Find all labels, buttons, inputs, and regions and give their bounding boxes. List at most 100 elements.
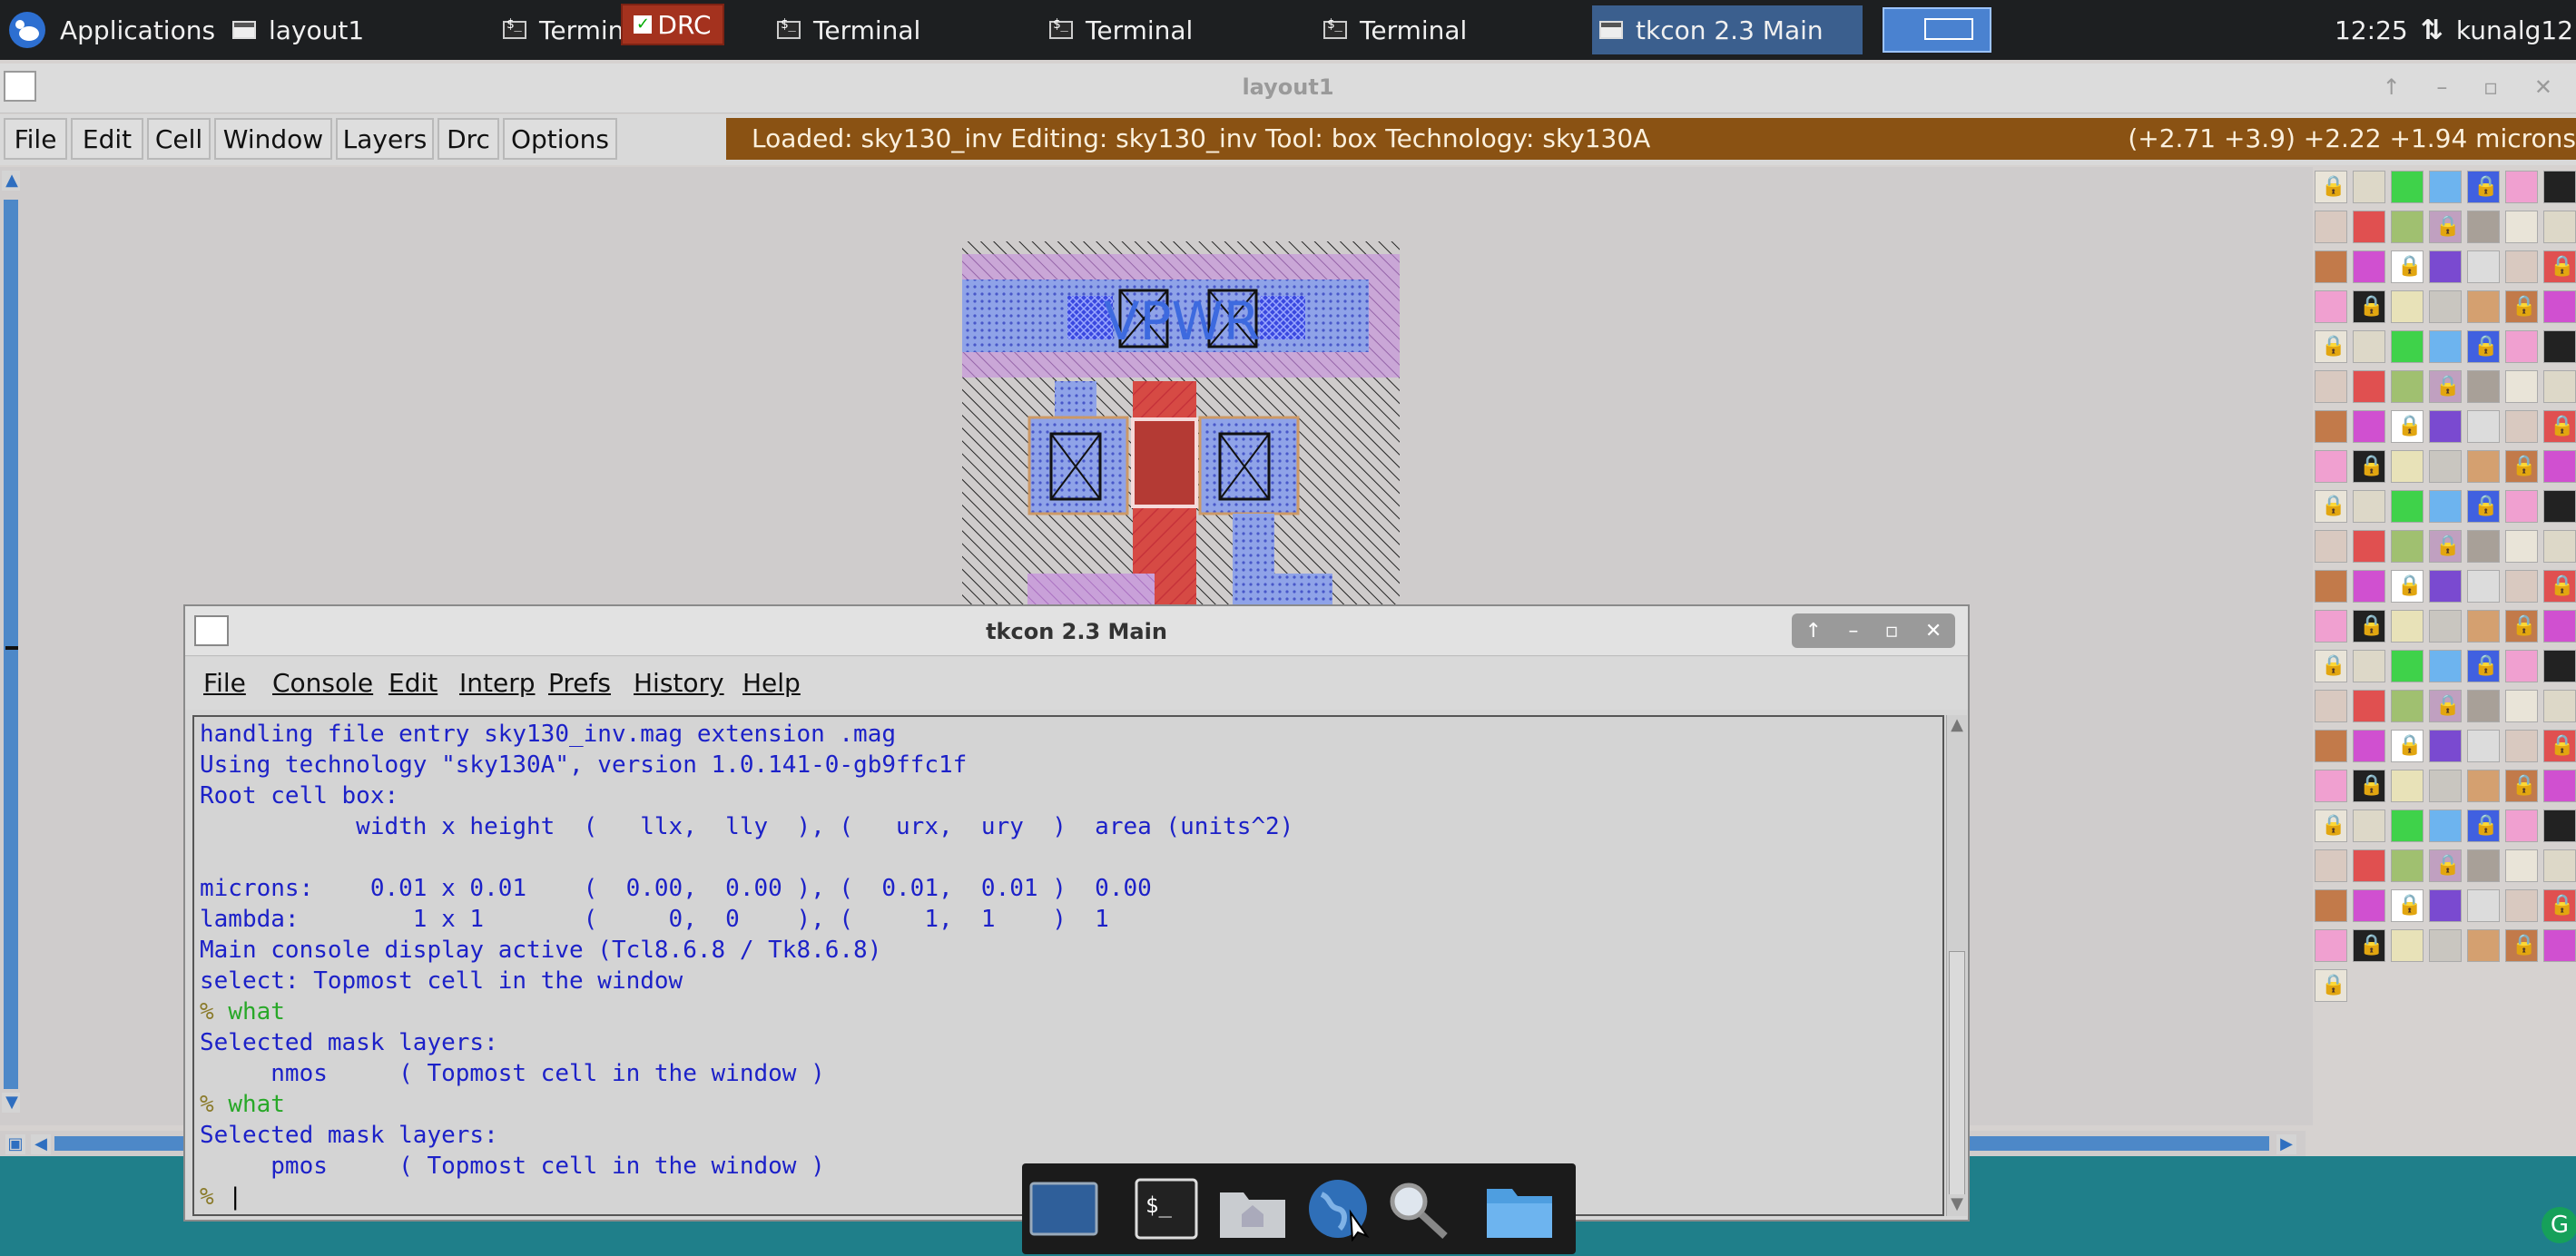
layer-swatch[interactable] <box>2391 490 2424 523</box>
folder-icon[interactable] <box>1483 1176 1556 1241</box>
browser-globe-icon[interactable] <box>1303 1176 1376 1241</box>
layer-swatch[interactable] <box>2353 410 2385 443</box>
layer-swatch[interactable] <box>2315 250 2347 283</box>
layer-swatch[interactable] <box>2543 570 2576 603</box>
layer-swatch[interactable] <box>2353 211 2385 243</box>
layer-swatch[interactable] <box>2543 250 2576 283</box>
scroll-thumb[interactable] <box>1949 951 1965 1207</box>
layer-swatch[interactable] <box>2505 530 2538 563</box>
layer-swatch[interactable] <box>2505 171 2538 203</box>
layer-swatch[interactable] <box>2315 211 2347 243</box>
layer-swatch[interactable] <box>2467 410 2500 443</box>
menu-cell[interactable]: Cell <box>147 118 211 160</box>
menu-window[interactable]: Window <box>214 118 332 160</box>
layer-swatch[interactable] <box>2467 770 2500 802</box>
layer-swatch[interactable] <box>2429 330 2462 363</box>
layer-swatch[interactable] <box>2429 450 2462 483</box>
scroll-trough[interactable] <box>4 200 18 1089</box>
layer-swatch[interactable] <box>2467 290 2500 323</box>
menu-file[interactable]: File <box>4 118 67 160</box>
layer-swatch[interactable] <box>2467 570 2500 603</box>
layer-swatch[interactable] <box>2505 730 2538 762</box>
layer-swatch[interactable] <box>2543 490 2576 523</box>
layer-swatch[interactable] <box>2429 530 2462 563</box>
layer-swatch[interactable] <box>2543 330 2576 363</box>
layer-swatch[interactable] <box>2467 490 2500 523</box>
tkcon-vertical-scrollbar[interactable]: ▲ ▼ <box>1946 715 1967 1216</box>
layer-swatch[interactable] <box>2505 490 2538 523</box>
layer-swatch[interactable] <box>2315 889 2347 922</box>
layer-swatch[interactable] <box>2391 690 2424 722</box>
layer-swatch[interactable] <box>2429 650 2462 682</box>
layer-swatch[interactable] <box>2315 730 2347 762</box>
layer-swatch[interactable] <box>2391 650 2424 682</box>
menu-options[interactable]: Options <box>503 118 617 160</box>
layer-swatch[interactable] <box>2429 570 2462 603</box>
layer-swatch[interactable] <box>2429 250 2462 283</box>
scroll-left-arrow-icon[interactable]: ◀ <box>31 1134 51 1154</box>
tkcon-menu-interp[interactable]: Interp <box>459 668 536 698</box>
layer-swatch[interactable] <box>2315 650 2347 682</box>
search-magnifier-icon[interactable] <box>1381 1176 1454 1241</box>
tkcon-menu-console[interactable]: Console <box>272 668 373 698</box>
workspace-pager[interactable] <box>1883 7 1991 53</box>
layer-swatch[interactable] <box>2315 770 2347 802</box>
layer-swatch[interactable] <box>2429 410 2462 443</box>
layer-swatch[interactable] <box>2543 450 2576 483</box>
layer-swatch[interactable] <box>2353 370 2385 403</box>
layer-swatch[interactable] <box>2505 330 2538 363</box>
layer-swatch[interactable] <box>2467 211 2500 243</box>
layer-swatch[interactable] <box>2505 211 2538 243</box>
layer-swatch[interactable] <box>2391 410 2424 443</box>
terminal-icon[interactable]: $_ <box>1131 1176 1204 1241</box>
layer-swatch[interactable] <box>2391 171 2424 203</box>
layer-swatch[interactable] <box>2543 290 2576 323</box>
layer-swatch[interactable] <box>2543 211 2576 243</box>
layer-swatch[interactable] <box>2543 730 2576 762</box>
layer-swatch[interactable] <box>2353 250 2385 283</box>
layer-swatch[interactable] <box>2353 730 2385 762</box>
layer-swatch[interactable] <box>2391 610 2424 643</box>
taskbar-item-tkcon[interactable]: tkcon 2.3 Main <box>1599 5 1824 54</box>
layer-swatch[interactable] <box>2543 849 2576 882</box>
layer-swatch[interactable] <box>2429 370 2462 403</box>
layer-swatch[interactable] <box>2543 690 2576 722</box>
layer-swatch[interactable] <box>2315 490 2347 523</box>
taskbar-item-terminal[interactable]: Terminal <box>777 5 920 54</box>
layer-swatch[interactable] <box>2429 810 2462 842</box>
layer-swatch[interactable] <box>2353 290 2385 323</box>
layer-swatch[interactable] <box>2353 171 2385 203</box>
layer-swatch[interactable] <box>2353 450 2385 483</box>
layer-swatch[interactable] <box>2505 450 2538 483</box>
layer-swatch[interactable] <box>2505 410 2538 443</box>
layer-swatch[interactable] <box>2467 450 2500 483</box>
layer-swatch[interactable] <box>2315 450 2347 483</box>
layer-swatch[interactable] <box>2429 171 2462 203</box>
taskbar-item-layout1[interactable]: layout1 <box>232 5 364 54</box>
layer-swatch[interactable] <box>2505 290 2538 323</box>
tkcon-menu-help[interactable]: Help <box>742 668 801 698</box>
clock[interactable]: 12:25 ⇅ kunalg12 <box>2335 5 2573 54</box>
layer-swatch[interactable] <box>2467 650 2500 682</box>
layer-swatch[interactable] <box>2543 370 2576 403</box>
layer-swatch[interactable] <box>2467 370 2500 403</box>
applications-menu[interactable]: Applications <box>7 5 215 54</box>
grammarly-g-icon[interactable]: G <box>2542 1207 2576 1243</box>
layer-swatch[interactable] <box>2505 770 2538 802</box>
layer-swatch[interactable] <box>2353 690 2385 722</box>
screen-icon[interactable] <box>1027 1176 1100 1241</box>
layer-swatch[interactable] <box>2429 889 2462 922</box>
layer-swatch[interactable] <box>2505 370 2538 403</box>
layer-swatch[interactable] <box>2467 171 2500 203</box>
layer-swatch[interactable] <box>2353 570 2385 603</box>
layer-swatch[interactable] <box>2353 490 2385 523</box>
layer-swatch[interactable] <box>2315 969 2347 1002</box>
layer-swatch[interactable] <box>2543 650 2576 682</box>
layer-swatch[interactable] <box>2315 690 2347 722</box>
layer-swatch[interactable] <box>2315 530 2347 563</box>
layer-swatch[interactable] <box>2353 810 2385 842</box>
layer-swatch[interactable] <box>2391 889 2424 922</box>
layer-swatch[interactable] <box>2505 650 2538 682</box>
layer-swatch[interactable] <box>2353 929 2385 962</box>
tkcon-menu-edit[interactable]: Edit <box>388 668 438 698</box>
